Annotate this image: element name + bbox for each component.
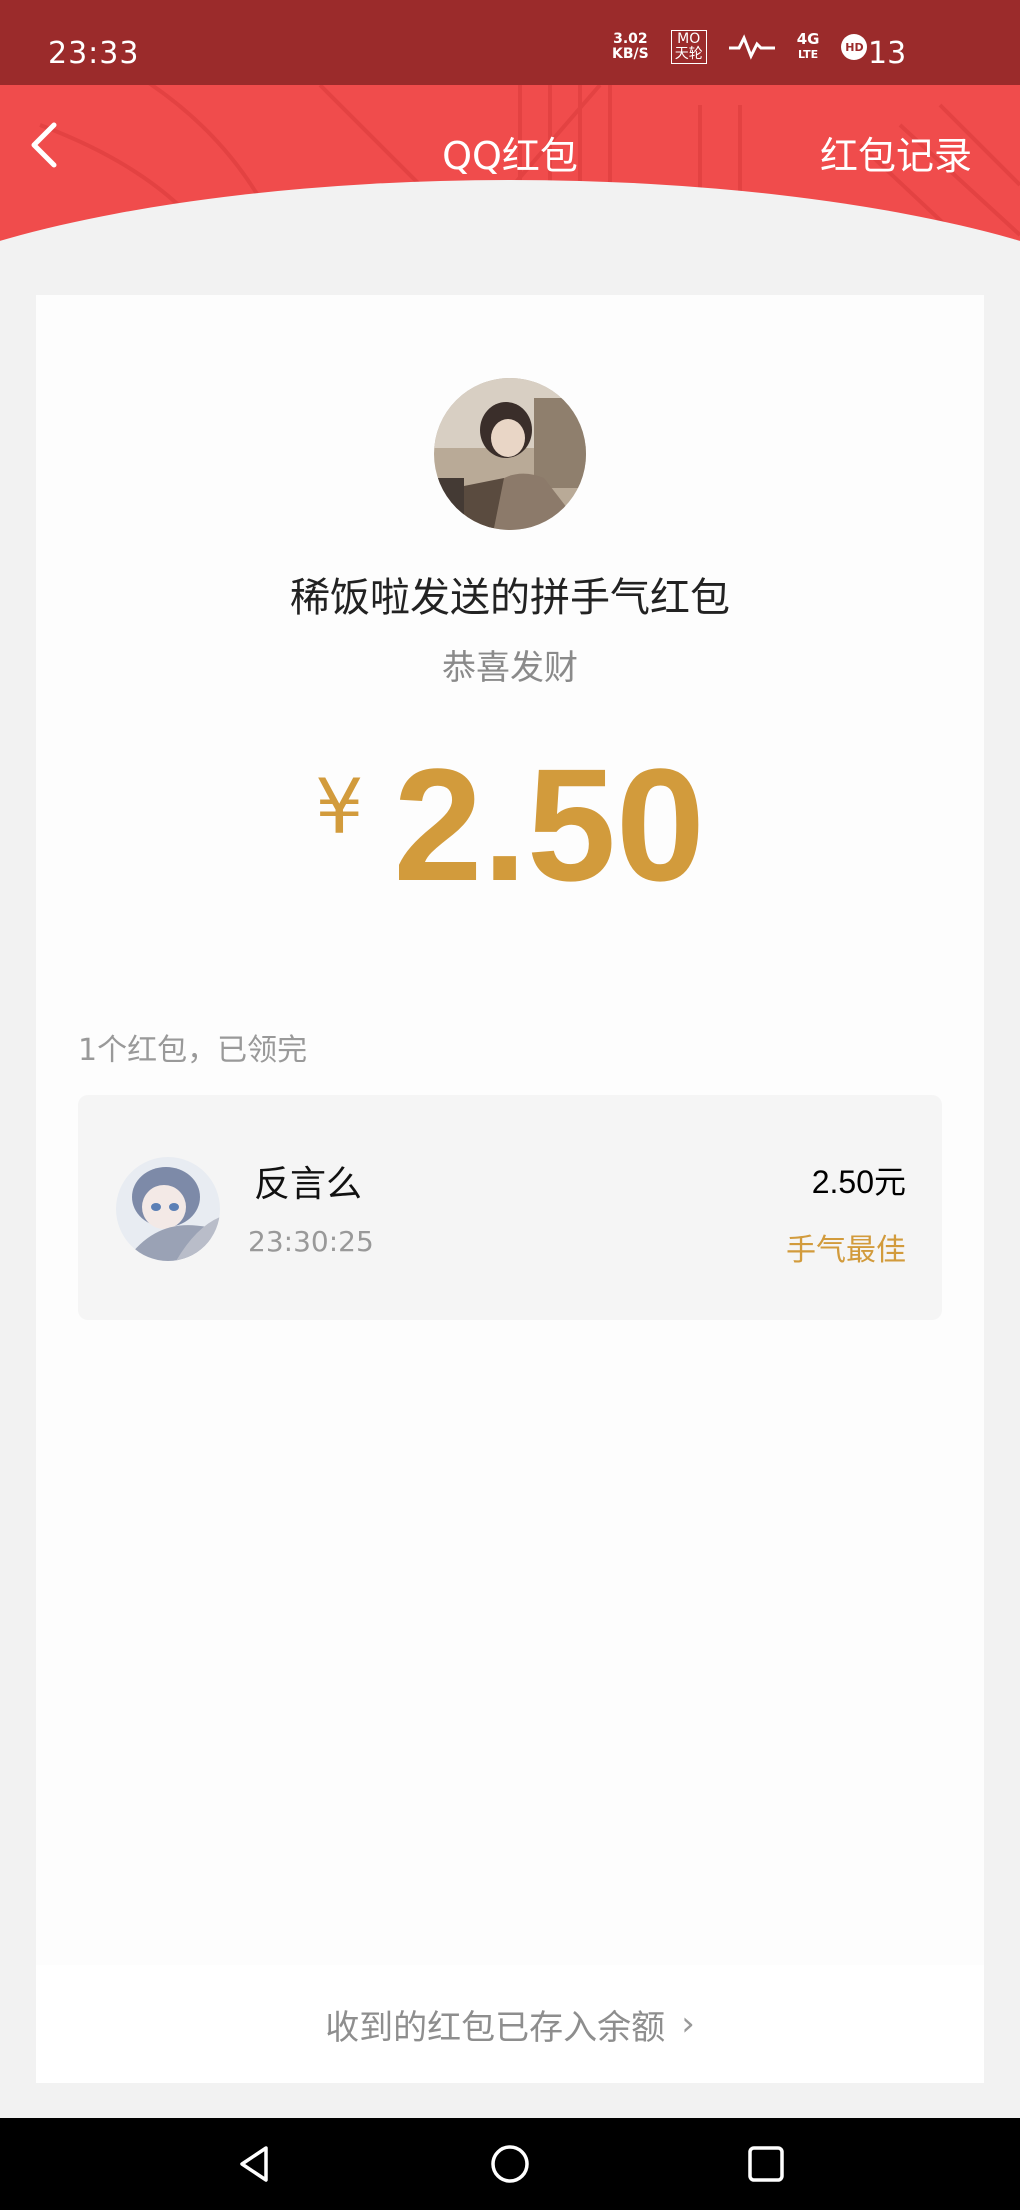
status-icons: 3.02 KB/S MO 天轮 4G LTE HD (612, 30, 868, 64)
list-item[interactable]: 反言么 23:30:25 2.50元 手气最佳 (78, 1095, 942, 1320)
chevron-right-icon: › (681, 2004, 695, 2044)
signal-lte: LTE (797, 48, 819, 61)
net-speed: 3.02 KB/S (612, 32, 649, 62)
status-time: 23:33 (48, 36, 140, 71)
net-speed-unit: KB/S (612, 46, 649, 62)
best-luck-badge: 手气最佳 (786, 1233, 906, 1268)
nav-home-icon[interactable] (488, 2142, 532, 2186)
receiver-avatar-image (116, 1157, 220, 1261)
sender-avatar-image (434, 378, 586, 530)
nav-back-icon[interactable] (232, 2142, 276, 2186)
amount-value: 2.50 (393, 735, 705, 914)
battery-level: 13 (868, 36, 907, 71)
receive-amount: 2.50元 (811, 1164, 906, 1200)
records-link[interactable]: 红包记录 (820, 125, 972, 180)
nav-recent-icon[interactable] (744, 2142, 788, 2186)
carrier-bottom: 天轮 (674, 46, 703, 62)
carrier-top: MO (677, 31, 701, 47)
receiver-avatar (116, 1157, 220, 1261)
carrier-badge: MO 天轮 (670, 30, 707, 64)
receiver-name: 反言么 (254, 1164, 363, 1205)
packet-summary: 1个红包，已领完 (78, 1033, 308, 1068)
signal-4g: 4G (796, 30, 820, 48)
sender-line: 稀饭啦发送的拼手气红包 (290, 575, 730, 621)
system-nav-bar (0, 2118, 1020, 2210)
activity-icon (728, 34, 775, 60)
balance-link[interactable]: 收到的红包已存入余额 › (36, 1965, 984, 2083)
balance-link-label: 收到的红包已存入余额 (325, 2007, 666, 2048)
currency-symbol: ¥ (315, 762, 364, 851)
top-nav: QQ红包 红包记录 (0, 85, 1020, 210)
signal-icon: 4G LTE (797, 32, 820, 62)
hd-icon: HD (841, 34, 868, 60)
sender-avatar (434, 378, 586, 530)
status-bar: 23:33 3.02 KB/S MO 天轮 4G LTE HD 13 (0, 0, 1020, 85)
amount-display: ¥ 2.50 (0, 735, 1020, 914)
receive-time: 23:30:25 (248, 1225, 374, 1258)
net-speed-value: 3.02 (613, 31, 648, 47)
greeting-text: 恭喜发财 (442, 648, 578, 688)
